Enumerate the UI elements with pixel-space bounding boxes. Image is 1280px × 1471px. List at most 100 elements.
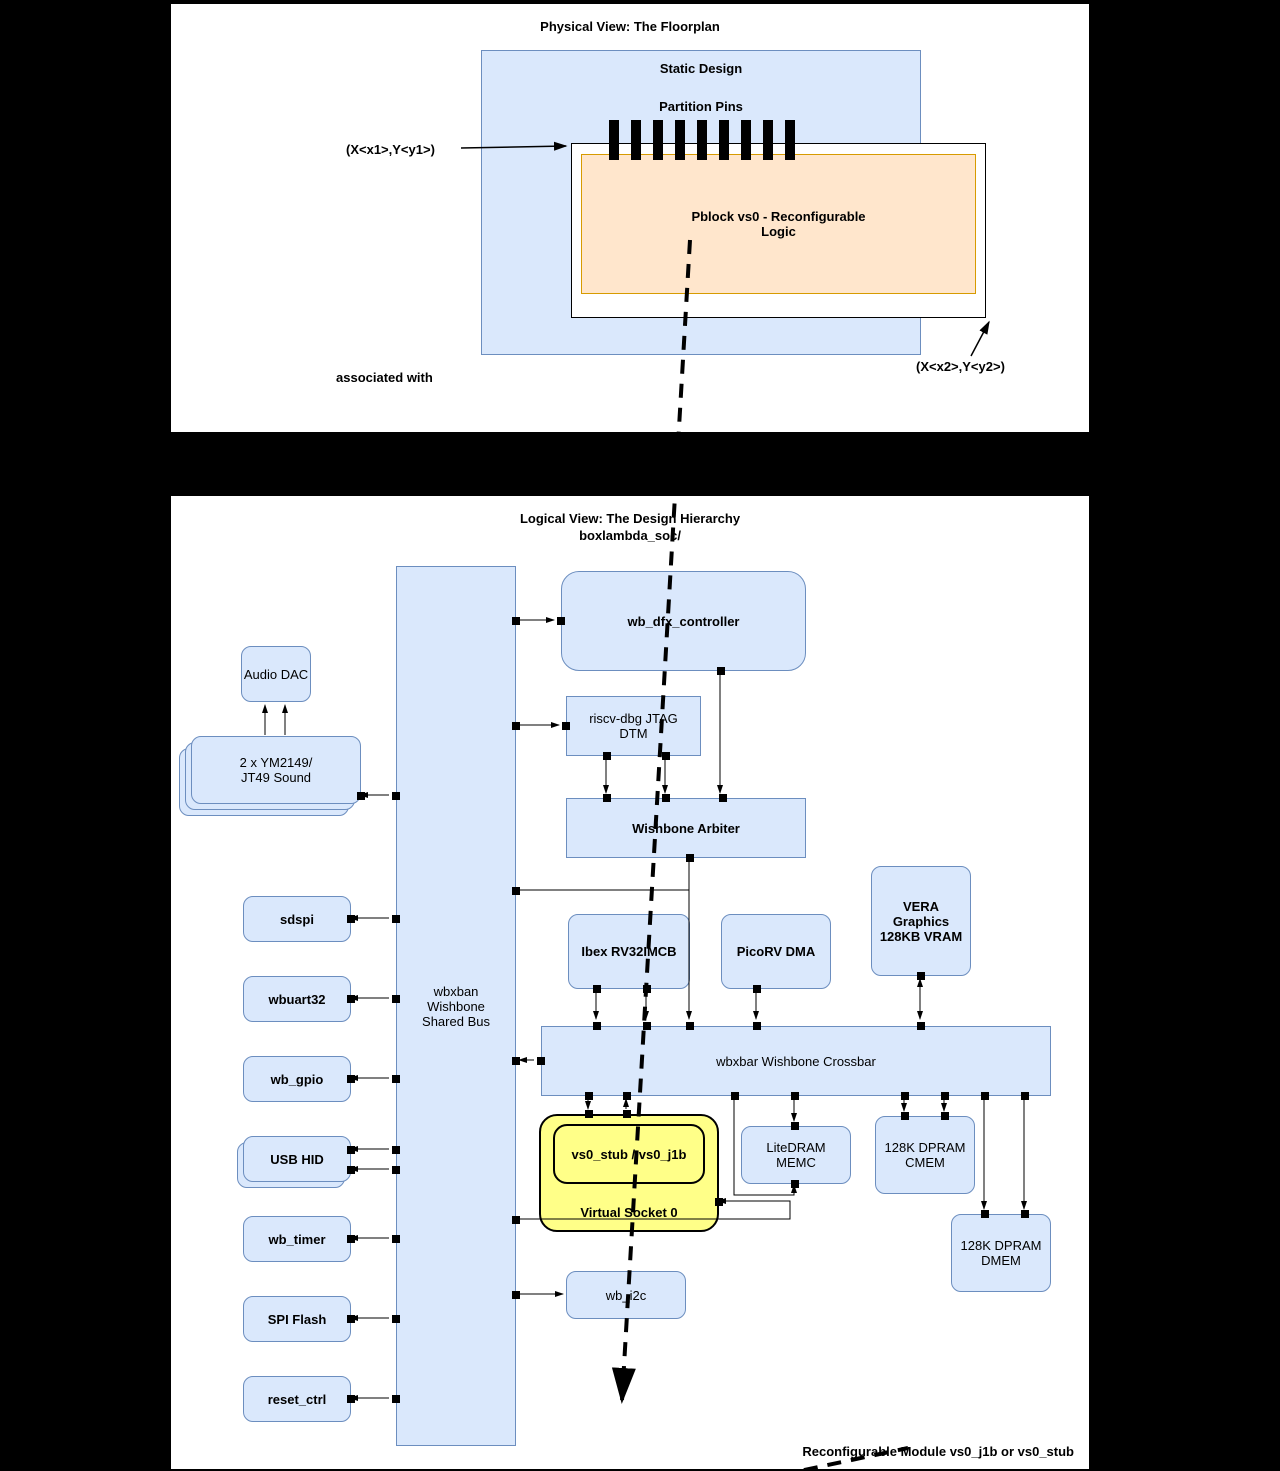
port	[347, 995, 355, 1003]
port	[941, 1092, 949, 1100]
wb-gpio-box: wb_gpio	[243, 1056, 351, 1102]
physical-title: Physical View: The Floorplan	[171, 19, 1089, 34]
sdspi-label: sdspi	[280, 912, 314, 927]
port	[901, 1092, 909, 1100]
physical-view-panel: Physical View: The Floorplan Static Desi…	[170, 3, 1090, 433]
port	[585, 1110, 593, 1118]
port	[593, 1022, 601, 1030]
partition-pins-label: Partition Pins	[482, 99, 920, 114]
port	[347, 1075, 355, 1083]
port	[347, 1146, 355, 1154]
riscv-dbg-label: riscv-dbg JTAG DTM	[574, 711, 694, 741]
ym2149-box: 2 x YM2149/ JT49 Sound	[191, 736, 361, 804]
port	[512, 1216, 520, 1224]
pblock-box: Pblock vs0 - Reconfigurable Logic	[581, 154, 976, 294]
port	[981, 1210, 989, 1218]
port	[917, 1022, 925, 1030]
reset-ctrl-box: reset_ctrl	[243, 1376, 351, 1422]
port	[941, 1112, 949, 1120]
port	[357, 792, 365, 800]
logical-subtitle: boxlambda_soc/	[171, 528, 1089, 543]
partition-pin	[609, 120, 619, 160]
port	[392, 1235, 400, 1243]
wbuart32-box: wbuart32	[243, 976, 351, 1022]
port	[753, 1022, 761, 1030]
port	[719, 794, 727, 802]
port	[392, 995, 400, 1003]
port	[753, 985, 761, 993]
usb-hid-label: USB HID	[270, 1152, 323, 1167]
pblock-label: Pblock vs0 - Reconfigurable Logic	[679, 209, 879, 239]
wb-dfx-box: wb_dfx_controller	[561, 571, 806, 671]
port	[623, 1110, 631, 1118]
port	[347, 1395, 355, 1403]
reset-ctrl-label: reset_ctrl	[268, 1392, 327, 1407]
coord2-label: (X<x2>,Y<y2>)	[916, 359, 1005, 374]
port	[1021, 1092, 1029, 1100]
wb-timer-label: wb_timer	[268, 1232, 325, 1247]
port	[585, 1092, 593, 1100]
wishbone-arbiter-box: Wishbone Arbiter	[566, 798, 806, 858]
partition-pin	[697, 120, 707, 160]
partition-pin	[763, 120, 773, 160]
wishbone-arbiter-label: Wishbone Arbiter	[626, 821, 746, 836]
wb-i2c-box: wb_i2c	[566, 1271, 686, 1319]
port	[1021, 1210, 1029, 1218]
vs0-stub-label: vs0_stub / vs0_j1b	[559, 1147, 699, 1162]
port	[537, 1057, 545, 1065]
port	[731, 1092, 739, 1100]
wb-gpio-label: wb_gpio	[271, 1072, 324, 1087]
audio-dac-box: Audio DAC	[241, 646, 311, 702]
usb-hid-box: USB HID	[243, 1136, 351, 1182]
port	[791, 1180, 799, 1188]
virtual-socket-label: Virtual Socket 0	[541, 1205, 717, 1220]
port	[512, 617, 520, 625]
port	[347, 1166, 355, 1174]
cmem-label: 128K DPRAM CMEM	[880, 1140, 970, 1170]
spi-flash-label: SPI Flash	[268, 1312, 327, 1327]
port	[392, 1395, 400, 1403]
port	[717, 667, 725, 675]
ibex-box: Ibex RV32IMCB	[568, 914, 690, 989]
port	[392, 1166, 400, 1174]
port	[392, 1075, 400, 1083]
port	[686, 1022, 694, 1030]
partition-pin	[631, 120, 641, 160]
port	[662, 794, 670, 802]
port	[593, 985, 601, 993]
partition-pin	[675, 120, 685, 160]
port	[643, 1022, 651, 1030]
port	[603, 752, 611, 760]
dmem-box: 128K DPRAM DMEM	[951, 1214, 1051, 1292]
logical-view-panel: Logical View: The Design Hierarchy boxla…	[170, 495, 1090, 1470]
wb-dfx-label: wb_dfx_controller	[628, 614, 740, 629]
vs0-stub-box: vs0_stub / vs0_j1b	[553, 1124, 705, 1184]
partition-pin	[785, 120, 795, 160]
port	[347, 1235, 355, 1243]
port	[557, 617, 565, 625]
crossbar-label: wbxbar Wishbone Crossbar	[696, 1054, 896, 1069]
wb-timer-box: wb_timer	[243, 1216, 351, 1262]
port	[392, 915, 400, 923]
port	[512, 722, 520, 730]
litedram-label: LiteDRAM MEMC	[746, 1140, 846, 1170]
audio-dac-label: Audio DAC	[244, 667, 308, 682]
sdspi-box: sdspi	[243, 896, 351, 942]
wb-i2c-label: wb_i2c	[606, 1288, 646, 1303]
port	[623, 1092, 631, 1100]
cmem-box: 128K DPRAM CMEM	[875, 1116, 975, 1194]
port	[686, 854, 694, 862]
port	[603, 794, 611, 802]
footer-label: Reconfigurable Module vs0_j1b or vs0_stu…	[802, 1444, 1074, 1459]
port	[715, 1198, 723, 1206]
wbxban-bus: wbxban Wishbone Shared Bus	[396, 566, 516, 1446]
port	[392, 792, 400, 800]
port	[392, 1146, 400, 1154]
port	[662, 752, 670, 760]
port	[791, 1122, 799, 1130]
port	[392, 1315, 400, 1323]
ym2149-label: 2 x YM2149/ JT49 Sound	[240, 755, 313, 785]
picorv-box: PicoRV DMA	[721, 914, 831, 989]
partition-pin	[741, 120, 751, 160]
coord1-label: (X<x1>,Y<y1>)	[346, 142, 435, 157]
